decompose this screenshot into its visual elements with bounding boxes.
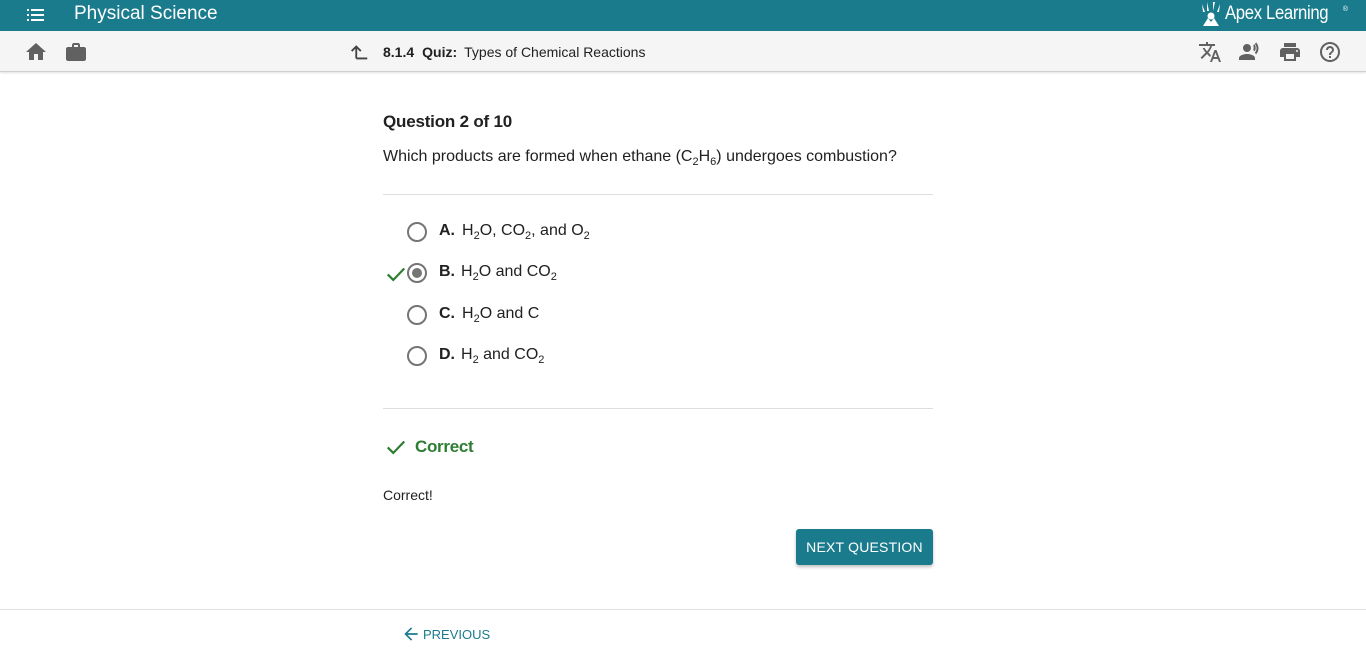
app-bar: Physical Science Apex Learning ® <box>0 0 1366 31</box>
lesson-number: 8.1.4 <box>383 44 415 60</box>
activity-title: Types of Chemical Reactions <box>464 44 646 60</box>
arrow-left-icon <box>404 627 418 641</box>
correct-check-icon <box>386 267 406 282</box>
feedback-text: Correct! <box>383 487 433 503</box>
help-icon[interactable] <box>1318 40 1342 64</box>
choice-letter: B. <box>439 263 455 280</box>
choice-text: H2O and CO2 <box>461 263 557 283</box>
course-title: Physical Science <box>74 3 218 24</box>
text-to-speech-icon[interactable] <box>1238 40 1262 64</box>
choice-text: H2O, CO2, and O2 <box>462 222 590 242</box>
check-icon <box>386 440 406 455</box>
brand-name: Apex Learning <box>1224 3 1329 24</box>
brand-logo: Apex Learning ® <box>1200 0 1348 28</box>
choice-letter: D. <box>439 346 455 363</box>
radio-button[interactable] <box>407 305 427 325</box>
up-arrow-icon[interactable] <box>348 41 370 63</box>
toolbar: 8.1.4 Quiz: Types of Chemical Reactions <box>0 31 1366 72</box>
choice-letter: A. <box>439 222 455 239</box>
brand-trademark: ® <box>1342 6 1348 13</box>
radio-button-selected[interactable] <box>407 263 427 283</box>
previous-button[interactable]: PREVIOUS <box>401 624 490 644</box>
breadcrumb: 8.1.4 Quiz: Types of Chemical Reactions <box>348 40 645 64</box>
result-label: Correct <box>415 437 474 456</box>
activity-kind: Quiz: <box>422 44 458 60</box>
question-text: Which products are formed when ethane (C… <box>383 148 897 168</box>
previous-label: PREVIOUS <box>423 626 491 642</box>
bottom-nav: PREVIOUS <box>0 609 1366 657</box>
briefcase-icon[interactable] <box>64 40 88 64</box>
choice-d[interactable]: D. H2 and CO2 <box>383 342 933 372</box>
divider-top <box>383 194 933 195</box>
translate-icon[interactable] <box>1198 40 1222 64</box>
radio-button[interactable] <box>407 222 427 242</box>
question-counter: Question 2 of 10 <box>383 112 513 131</box>
radio-button[interactable] <box>407 346 427 366</box>
choice-text: H2 and CO2 <box>461 346 545 366</box>
menu-list-icon[interactable] <box>24 3 48 27</box>
home-icon[interactable] <box>24 40 48 64</box>
next-question-button[interactable]: NEXT QUESTION <box>796 529 933 565</box>
print-icon[interactable] <box>1278 40 1302 64</box>
divider-bottom <box>383 408 933 409</box>
choice-c[interactable]: C. H2O and C <box>383 301 933 331</box>
result-status: Correct <box>383 436 474 458</box>
apex-logo-icon <box>1201 2 1220 26</box>
choice-text: H2O and C <box>462 305 540 325</box>
choice-a[interactable]: A. H2O, CO2, and O2 <box>383 218 933 248</box>
choice-b[interactable]: B. H2O and CO2 <box>383 259 933 289</box>
choice-letter: C. <box>439 305 455 322</box>
